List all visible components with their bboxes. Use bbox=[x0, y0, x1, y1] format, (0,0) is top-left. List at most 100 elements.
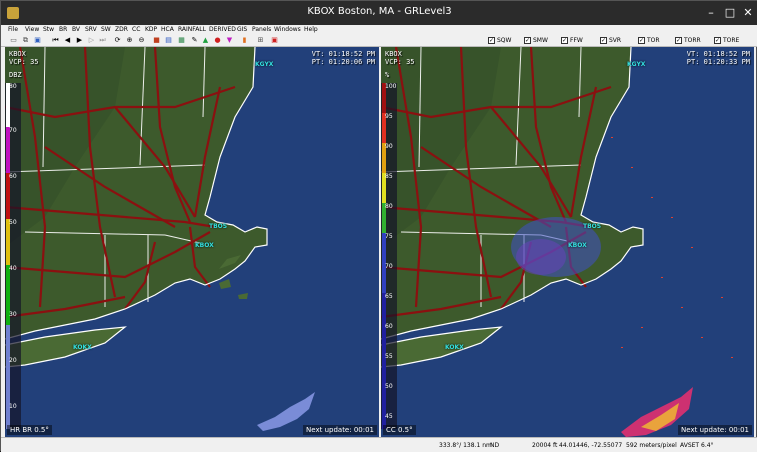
menu-hca[interactable]: HCA bbox=[161, 26, 174, 33]
zoom-out-icon[interactable]: ⊖ bbox=[137, 36, 146, 45]
nd-label: ND bbox=[490, 442, 500, 449]
layers-icon[interactable]: ■ bbox=[152, 36, 161, 45]
menu-gis[interactable]: GIS bbox=[237, 26, 247, 33]
legend-tick: 90 bbox=[385, 143, 393, 150]
menu-file[interactable]: File bbox=[8, 26, 18, 33]
cc-color-legend: 100 95 90 85 80 75 70 65 60 55 50 45 bbox=[381, 83, 397, 429]
dbz-color-legend: 80 70 60 50 40 30 20 10 bbox=[5, 83, 21, 429]
alert-torr-checkbox[interactable]: ✓ TORR bbox=[675, 36, 701, 46]
menu-zdr[interactable]: ZDR bbox=[115, 26, 128, 33]
legend-tick: 60 bbox=[9, 173, 17, 180]
stop-icon[interactable]: ▣ bbox=[270, 36, 279, 45]
product-label: CC 0.5° bbox=[383, 425, 416, 435]
tvs-icon[interactable]: ▲ bbox=[201, 36, 210, 45]
azimuth-range: 333.8°/ 138.1 nm bbox=[439, 442, 492, 449]
city-label-kbox: KBOX bbox=[568, 242, 587, 249]
menu-help[interactable]: Help bbox=[304, 26, 318, 33]
units-label: DBZ bbox=[9, 71, 22, 79]
menu-rainfall[interactable]: RAINFALL bbox=[178, 26, 206, 33]
process-time: PT: 01:20:33 PM bbox=[686, 58, 750, 66]
minimize-button[interactable]: – bbox=[703, 5, 719, 21]
legend-tick: 40 bbox=[9, 265, 17, 272]
city-label-tbos: TBOS bbox=[583, 223, 602, 230]
alert-sqw-checkbox[interactable]: ✓ SQW bbox=[488, 36, 511, 46]
save-icon[interactable]: ▣ bbox=[33, 36, 42, 45]
meso-icon[interactable]: ● bbox=[213, 36, 222, 45]
avset-readout: AVSET 6.4° bbox=[680, 442, 714, 449]
maximize-button[interactable]: □ bbox=[722, 5, 738, 21]
open-icon[interactable]: ▭ bbox=[9, 36, 18, 45]
process-time: PT: 01:20:06 PM bbox=[311, 58, 375, 66]
prev-frame-icon[interactable]: ◀ bbox=[63, 36, 72, 45]
legend-tick: 100 bbox=[385, 83, 397, 90]
app-window: KBOX Boston, MA - GRLevel3 – □ ✕ File Vi… bbox=[0, 0, 757, 452]
window-title: KBOX Boston, MA - GRLevel3 bbox=[307, 6, 452, 17]
legend-tick: 70 bbox=[9, 127, 17, 134]
legend-tick: 65 bbox=[385, 293, 393, 300]
menu-windows[interactable]: Windows bbox=[274, 26, 301, 33]
pencil-icon[interactable]: ✎ bbox=[190, 36, 199, 45]
legend-tick: 10 bbox=[9, 403, 17, 410]
city-label-kbox: KBOX bbox=[195, 242, 214, 249]
refresh-icon[interactable]: ⟳ bbox=[113, 36, 122, 45]
close-button[interactable]: ✕ bbox=[740, 5, 756, 21]
left-radar-pane[interactable]: KBOX VCP: 35 DBZ VT: 01:18:52 PM PT: 01:… bbox=[5, 47, 379, 437]
menu-bv[interactable]: BV bbox=[72, 26, 80, 33]
next-frame-icon[interactable]: ▷ bbox=[87, 36, 96, 45]
title-bar: KBOX Boston, MA - GRLevel3 – □ ✕ bbox=[1, 1, 757, 25]
legend-tick: 50 bbox=[385, 383, 393, 390]
zoom-in-icon[interactable]: ⊕ bbox=[125, 36, 134, 45]
alert-svr-checkbox[interactable]: ✓ SVR bbox=[600, 36, 621, 46]
right-radar-pane[interactable]: KBOX VCP: 35 % VT: 01:18:52 PM PT: 01:20… bbox=[381, 47, 754, 437]
menu-panels[interactable]: Panels bbox=[252, 26, 271, 33]
legend-tick: 95 bbox=[385, 113, 393, 120]
menu-kdp[interactable]: KDP bbox=[145, 26, 157, 33]
alert-smw-checkbox[interactable]: ✓ SMW bbox=[524, 36, 548, 46]
city-label-tbos: TBOS bbox=[209, 223, 228, 230]
next-update-label: Next update: 00:01 bbox=[303, 425, 377, 435]
station-label: KBOX bbox=[9, 50, 26, 58]
next-update-label: Next update: 00:01 bbox=[678, 425, 752, 435]
product-label: HR BR 0.5° bbox=[7, 425, 52, 435]
city-label-kgyx: KGYX bbox=[627, 61, 646, 68]
legend-tick: 80 bbox=[9, 83, 17, 90]
legend-tick: 70 bbox=[385, 263, 393, 270]
menu-cc[interactable]: CC bbox=[132, 26, 140, 33]
map-icon[interactable]: ▦ bbox=[177, 36, 186, 45]
valid-time: VT: 01:18:52 PM bbox=[311, 50, 375, 58]
alert-ffw-checkbox[interactable]: ✓ FFW bbox=[561, 36, 583, 46]
menu-br[interactable]: BR bbox=[59, 26, 67, 33]
last-frame-icon[interactable]: ⏭ bbox=[98, 36, 107, 45]
legend-tick: 20 bbox=[9, 357, 17, 364]
grid-icon[interactable]: ⊞ bbox=[256, 36, 265, 45]
alert-tor-checkbox[interactable]: ✓ TOR bbox=[638, 36, 660, 46]
menu-srv[interactable]: SRV bbox=[85, 26, 97, 33]
menu-stw[interactable]: Stw bbox=[43, 26, 54, 33]
copy-icon[interactable]: ⧉ bbox=[21, 36, 30, 45]
legend-tick: 55 bbox=[385, 353, 393, 360]
first-frame-icon[interactable]: ⏮ bbox=[51, 36, 60, 45]
city-label-kokx: KOKX bbox=[73, 344, 92, 351]
legend-tick: 75 bbox=[385, 233, 393, 240]
menu-sw[interactable]: SW bbox=[101, 26, 111, 33]
clutter-core bbox=[516, 239, 566, 275]
play-icon[interactable]: ▶ bbox=[75, 36, 84, 45]
color-table-icon[interactable]: ▤ bbox=[164, 36, 173, 45]
storm-track-icon[interactable]: ▮ bbox=[240, 36, 249, 45]
legend-tick: 30 bbox=[9, 311, 17, 318]
hail-icon[interactable]: ▼ bbox=[225, 36, 234, 45]
status-bar: 333.8°/ 138.1 nm ND 20004 ft 44.01446, -… bbox=[1, 437, 757, 452]
menu-derived[interactable]: DERIVED bbox=[209, 26, 236, 33]
legend-tick: 80 bbox=[385, 203, 393, 210]
station-label: KBOX bbox=[385, 50, 402, 58]
alert-tore-checkbox[interactable]: ✓ TORE bbox=[714, 36, 739, 46]
left-map-canvas[interactable] bbox=[5, 47, 379, 437]
menu-view[interactable]: View bbox=[25, 26, 39, 33]
vcp-label: VCP: 35 bbox=[385, 58, 415, 66]
legend-tick: 50 bbox=[9, 219, 17, 226]
city-label-kokx: KOKX bbox=[445, 344, 464, 351]
map-scale: 592 meters/pixel bbox=[626, 442, 677, 449]
islands bbox=[219, 279, 248, 299]
legend-tick: 60 bbox=[385, 323, 393, 330]
menu-bar: File View Stw BR BV SRV SW ZDR CC KDP HC… bbox=[1, 25, 757, 35]
